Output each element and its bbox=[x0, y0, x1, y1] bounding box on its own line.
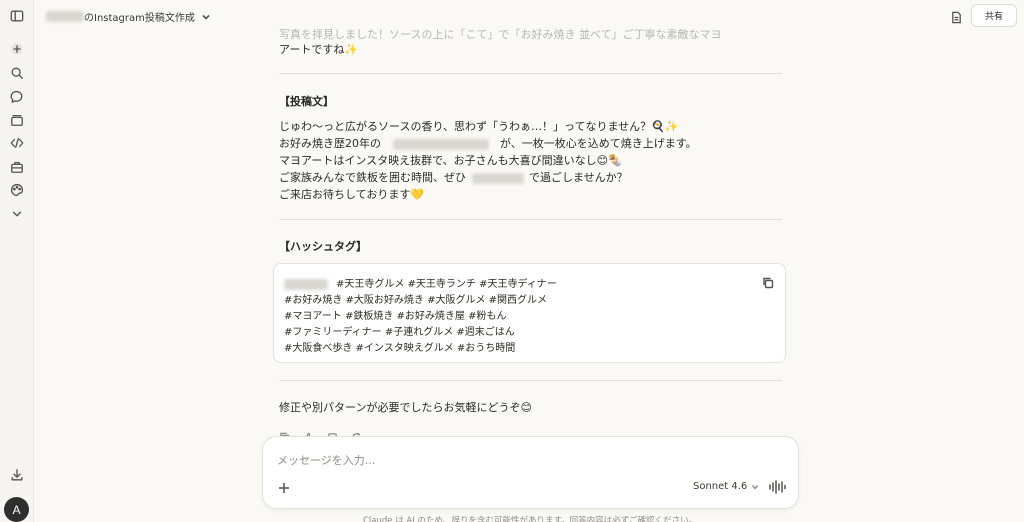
add-attachment-icon[interactable] bbox=[277, 480, 293, 496]
new-chat-icon[interactable] bbox=[7, 39, 27, 59]
redacted-store-tag bbox=[284, 278, 328, 290]
model-selector[interactable]: Sonnet 4.6 bbox=[693, 481, 759, 492]
post-line: じゅわ〜っと広がるソースの香り、思わず「うわぁ…！」ってなりません？🍳✨ bbox=[279, 120, 679, 133]
message-composer[interactable]: メッセージを入力... Sonnet 4.6 bbox=[262, 436, 799, 509]
chat-title-text: のInstagram投稿文作成 bbox=[84, 13, 195, 24]
post-line: ご来店お待ちしております💛 bbox=[279, 188, 425, 201]
chat-title[interactable]: のInstagram投稿文作成 bbox=[46, 9, 211, 24]
chevron-down-icon[interactable] bbox=[7, 204, 27, 224]
sidebar: A bbox=[0, 0, 34, 522]
message-input[interactable]: メッセージを入力... bbox=[277, 452, 375, 468]
chevron-down-icon bbox=[752, 484, 759, 490]
copy-icon[interactable] bbox=[762, 274, 776, 289]
divider bbox=[279, 380, 782, 381]
message-faded-line: 写真を拝見しました！ソースの上に「こて」で「お好み焼き 並べて」ご丁寧な素敵なマ… bbox=[279, 28, 722, 41]
document-icon[interactable] bbox=[945, 6, 967, 28]
search-icon[interactable] bbox=[7, 63, 27, 83]
chevron-down-icon bbox=[201, 12, 211, 22]
share-button[interactable]: 共有 bbox=[971, 4, 1017, 27]
code-icon[interactable] bbox=[7, 133, 27, 153]
divider bbox=[279, 73, 782, 74]
sidebar-toggle-icon[interactable] bbox=[7, 6, 27, 26]
hashtag-line: #天王寺グルメ #天王寺ランチ #天王寺ディナー bbox=[284, 275, 557, 290]
post-line: お好み焼き歴20年の が、一枚一枚心を込めて焼き上げます。 bbox=[279, 137, 697, 150]
post-line: マヨアートはインスタ映え抜群で、お子さんも大喜び間違いなし😊🌯 bbox=[279, 154, 622, 167]
avatar[interactable]: A bbox=[4, 497, 29, 522]
redacted-store-name bbox=[471, 172, 524, 184]
projects-icon[interactable] bbox=[7, 110, 27, 130]
artifacts-icon[interactable] bbox=[7, 157, 27, 177]
disclaimer-text: Claude は AI のため、誤りを含む可能性があります。回答内容は必ずご確認… bbox=[363, 516, 698, 522]
chats-icon[interactable] bbox=[7, 87, 27, 107]
redacted-chef-name bbox=[392, 138, 489, 150]
hashtag-line: #大阪食べ歩き #インスタ映えグルメ #おうち時間 bbox=[284, 343, 516, 354]
closing-text: 修正や別パターンが必要でしたらお気軽にどうぞ😊 bbox=[279, 401, 532, 414]
hashtag-code-block: #天王寺グルメ #天王寺ランチ #天王寺ディナー #お好み焼き #大阪お好み焼き… bbox=[273, 263, 786, 363]
post-line: ご家族みんなで鉄板を囲む時間、ぜひ で過ごしませんか？ bbox=[279, 171, 628, 184]
redacted-store-name bbox=[46, 11, 84, 22]
palette-icon[interactable] bbox=[7, 180, 27, 200]
post-heading: 【投稿文】 bbox=[279, 95, 334, 108]
divider bbox=[279, 219, 782, 220]
hashtag-line: #ファミリーディナー #子連れグルメ #週末ごはん bbox=[284, 327, 515, 338]
hashtag-line: #お好み焼き #大阪お好み焼き #大阪グルメ #関西グルメ bbox=[284, 295, 548, 306]
model-name: Sonnet 4.6 bbox=[693, 481, 748, 492]
hashtag-line: #マヨアート #鉄板焼き #お好み焼き屋 #粉もん bbox=[284, 311, 507, 322]
download-icon[interactable] bbox=[7, 465, 27, 485]
hashtag-heading: 【ハッシュタグ】 bbox=[279, 240, 367, 253]
voice-input-icon[interactable] bbox=[768, 479, 786, 495]
message-intro-end: アートですね✨ bbox=[279, 43, 359, 56]
